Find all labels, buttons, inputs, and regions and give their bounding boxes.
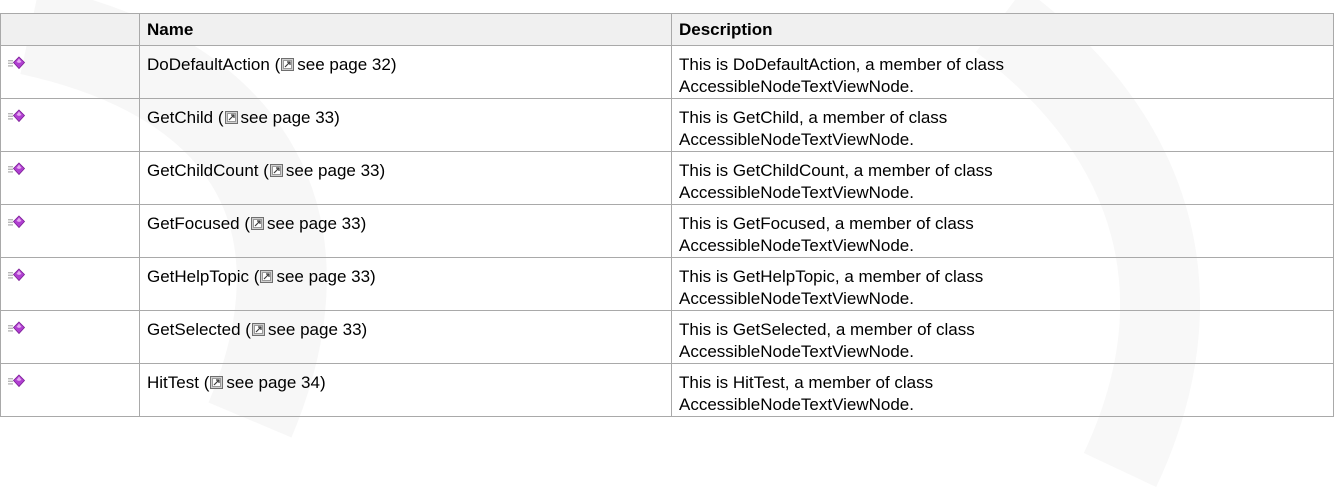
- see-page-link[interactable]: see page 33: [286, 161, 380, 180]
- public-method-icon: [8, 374, 26, 388]
- table-row: GetHelpTopic (see page 33) This is GetHe…: [0, 257, 1334, 311]
- description-text: This is GetHelpTopic, a member of class: [679, 267, 984, 286]
- header-name-column: Name: [139, 13, 672, 46]
- member-name: GetChildCount: [147, 161, 259, 180]
- page-link-icon: [251, 217, 264, 230]
- member-name: HitTest: [147, 373, 199, 392]
- member-name: GetSelected: [147, 320, 241, 339]
- page-link-icon: [210, 376, 224, 389]
- page-link-icon: [251, 323, 265, 336]
- member-icon-cell: [0, 45, 140, 99]
- member-description-cell: This is GetFocused, a member of class Acc…: [671, 204, 1334, 258]
- see-page-link[interactable]: see page 33: [267, 214, 361, 233]
- page-link-icon: [224, 111, 238, 124]
- see-page-link[interactable]: see page 32: [297, 55, 391, 74]
- description-class-name: AccessibleNodeTextViewNode.: [679, 236, 914, 255]
- table-row: GetFocused (see page 33) This is GetFocu…: [0, 204, 1334, 258]
- member-description-cell: This is DoDefaultAction, a member of cla…: [671, 45, 1334, 99]
- member-description-cell: This is HitTest, a member of class Access…: [671, 363, 1334, 417]
- public-method-icon: [8, 56, 26, 70]
- see-page-link[interactable]: see page 34: [226, 373, 320, 392]
- header-description-column: Description: [671, 13, 1334, 46]
- member-name-cell: GetChild (see page 33): [139, 98, 672, 152]
- description-text: This is DoDefaultAction, a member of cla…: [679, 55, 1005, 74]
- table-row: GetChildCount (see page 33) This is GetC…: [0, 151, 1334, 205]
- member-name-cell: GetSelected (see page 33): [139, 310, 672, 364]
- page-link-icon: [269, 164, 283, 177]
- member-name-cell: DoDefaultAction (see page 32): [139, 45, 672, 99]
- public-method-icon: [8, 215, 26, 229]
- member-icon-cell: [0, 98, 140, 152]
- table-header-row: Name Description: [0, 13, 1334, 46]
- public-method-icon: [8, 109, 26, 123]
- member-name: GetHelpTopic: [147, 267, 250, 286]
- member-name-cell: GetChildCount (see page 33): [139, 151, 672, 205]
- member-icon-cell: [0, 151, 140, 205]
- member-description-cell: This is GetHelpTopic, a member of class A…: [671, 257, 1334, 311]
- description-text: This is GetChildCount, a member of class: [679, 161, 993, 180]
- description-class-name: AccessibleNodeTextViewNode.: [679, 130, 914, 149]
- table-row: HitTest (see page 34) This is HitTest, a…: [0, 363, 1334, 417]
- description-text: This is GetFocused, a member of class: [679, 214, 974, 233]
- table-row: GetSelected (see page 33) This is GetSel…: [0, 310, 1334, 364]
- public-method-icon: [8, 162, 26, 176]
- member-icon-cell: [0, 310, 140, 364]
- member-name: GetChild: [147, 108, 214, 127]
- description-class-name: AccessibleNodeTextViewNode.: [679, 395, 914, 414]
- member-name-cell: GetHelpTopic (see page 33): [139, 257, 672, 311]
- description-text: This is GetChild, a member of class: [679, 108, 948, 127]
- see-page-link[interactable]: see page 33: [241, 108, 335, 127]
- description-text: This is GetSelected, a member of class: [679, 320, 975, 339]
- page-link-icon: [281, 58, 295, 71]
- member-description-cell: This is GetChildCount, a member of class…: [671, 151, 1334, 205]
- member-icon-cell: [0, 257, 140, 311]
- table-row: DoDefaultAction (see page 32) This is Do…: [0, 45, 1334, 99]
- description-text: This is HitTest, a member of class: [679, 373, 934, 392]
- description-class-name: AccessibleNodeTextViewNode.: [679, 289, 914, 308]
- public-method-icon: [8, 268, 26, 282]
- member-name-cell: GetFocused (see page 33): [139, 204, 672, 258]
- page-link-icon: [260, 270, 274, 283]
- member-description-cell: This is GetSelected, a member of class Ac…: [671, 310, 1334, 364]
- members-table: Name Description DoDefaultAction (see pa…: [0, 13, 1334, 417]
- description-class-name: AccessibleNodeTextViewNode.: [679, 342, 914, 361]
- public-method-icon: [8, 321, 26, 335]
- member-icon-cell: [0, 204, 140, 258]
- see-page-link[interactable]: see page 33: [276, 267, 370, 286]
- description-class-name: AccessibleNodeTextViewNode.: [679, 183, 914, 202]
- member-name: GetFocused: [147, 214, 240, 233]
- see-page-link[interactable]: see page 33: [268, 320, 362, 339]
- member-name-cell: HitTest (see page 34): [139, 363, 672, 417]
- description-class-name: AccessibleNodeTextViewNode.: [679, 77, 914, 96]
- member-description-cell: This is GetChild, a member of class Acces…: [671, 98, 1334, 152]
- member-name: DoDefaultAction: [147, 55, 270, 74]
- header-icon-column: [0, 13, 140, 46]
- member-icon-cell: [0, 363, 140, 417]
- table-row: GetChild (see page 33) This is GetChild,…: [0, 98, 1334, 152]
